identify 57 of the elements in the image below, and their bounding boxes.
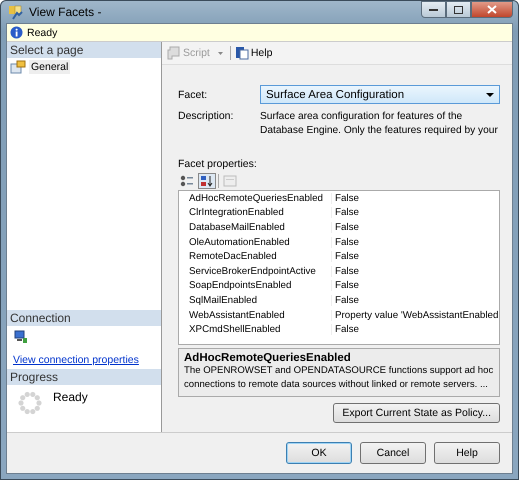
section-header: Progress [7, 369, 161, 385]
property-value[interactable]: False [332, 280, 359, 292]
progress-status: Ready [53, 390, 88, 404]
property-value[interactable]: False [332, 294, 359, 306]
property-name[interactable]: SoapEndpointsEnabled [187, 280, 332, 292]
section-header: Select a page [7, 42, 161, 58]
property-name[interactable]: SqlMailEnabled [187, 294, 332, 306]
property-help-text: The OPENROWSET and OPENDATASOURCE functions support ad hoc connections to remote data sources without linked or remote servers. ... [184, 364, 494, 392]
page-item[interactable]: General [29, 60, 70, 74]
dialog-button[interactable]: Help [434, 442, 500, 464]
status-text: Ready [27, 26, 58, 38]
field-label: Description: [178, 110, 234, 122]
property-value[interactable]: False [332, 192, 359, 204]
help-icon [234, 46, 249, 60]
categorized-icon[interactable] [178, 173, 196, 189]
property-value[interactable]: False [332, 222, 359, 233]
section-header: Connection [7, 310, 161, 326]
property-name[interactable]: OleAutomationEnabled [187, 236, 332, 248]
property-name[interactable]: ClrIntegrationEnabled [187, 207, 332, 218]
field-label: Facet: [178, 88, 208, 100]
facet-dropdown[interactable]: Surface Area Configuration [260, 85, 500, 104]
dialog-button[interactable]: Cancel [360, 442, 426, 464]
property-name[interactable]: ServiceBrokerEndpointActive [187, 266, 332, 277]
minimize-button[interactable] [421, 1, 446, 18]
window-title: View Facets - [29, 5, 102, 19]
export-policy-button[interactable]: Export Current State as Policy... [333, 402, 500, 423]
property-value[interactable]: False [332, 236, 359, 248]
info-icon [10, 26, 23, 39]
maximize-button[interactable] [446, 1, 471, 18]
maximize-icon [454, 6, 463, 14]
script-icon [167, 46, 181, 60]
property-name[interactable]: DatabaseMailEnabled [187, 222, 332, 233]
dialog-button[interactable]: OK [286, 442, 352, 464]
server-icon [14, 330, 28, 344]
close-button[interactable] [471, 1, 513, 18]
property-name[interactable]: AdHocRemoteQueriesEnabled [187, 192, 332, 204]
property-value[interactable]: False [332, 266, 359, 277]
property-value[interactable]: False [332, 207, 359, 218]
minimize-icon [429, 8, 438, 11]
caret-icon [486, 92, 494, 96]
section-label: Facet properties: [178, 158, 258, 170]
property-name[interactable]: WebAssistantEnabled [187, 310, 332, 321]
page-icon [10, 60, 26, 74]
close-icon [487, 5, 497, 14]
app-icon [8, 4, 24, 20]
description-text: Surface area configuration for features of the Database Engine. Only the features required by your [260, 110, 499, 138]
property-value[interactable]: False [332, 324, 359, 336]
spinner-icon [17, 390, 43, 416]
caret-icon [218, 52, 223, 54]
property-value[interactable]: Property value 'WebAssistantEnabled [332, 310, 498, 321]
property-value[interactable]: False [332, 251, 359, 262]
sort-az-icon[interactable] [198, 173, 216, 189]
connection-properties-link[interactable]: View connection properties [7, 348, 161, 369]
property-name[interactable]: XPCmdShellEnabled [187, 324, 332, 336]
property-help-title: AdHocRemoteQueriesEnabled [184, 352, 352, 364]
property-name[interactable]: RemoteDacEnabled [187, 251, 332, 262]
toolbar-button[interactable]: Help [234, 45, 274, 61]
